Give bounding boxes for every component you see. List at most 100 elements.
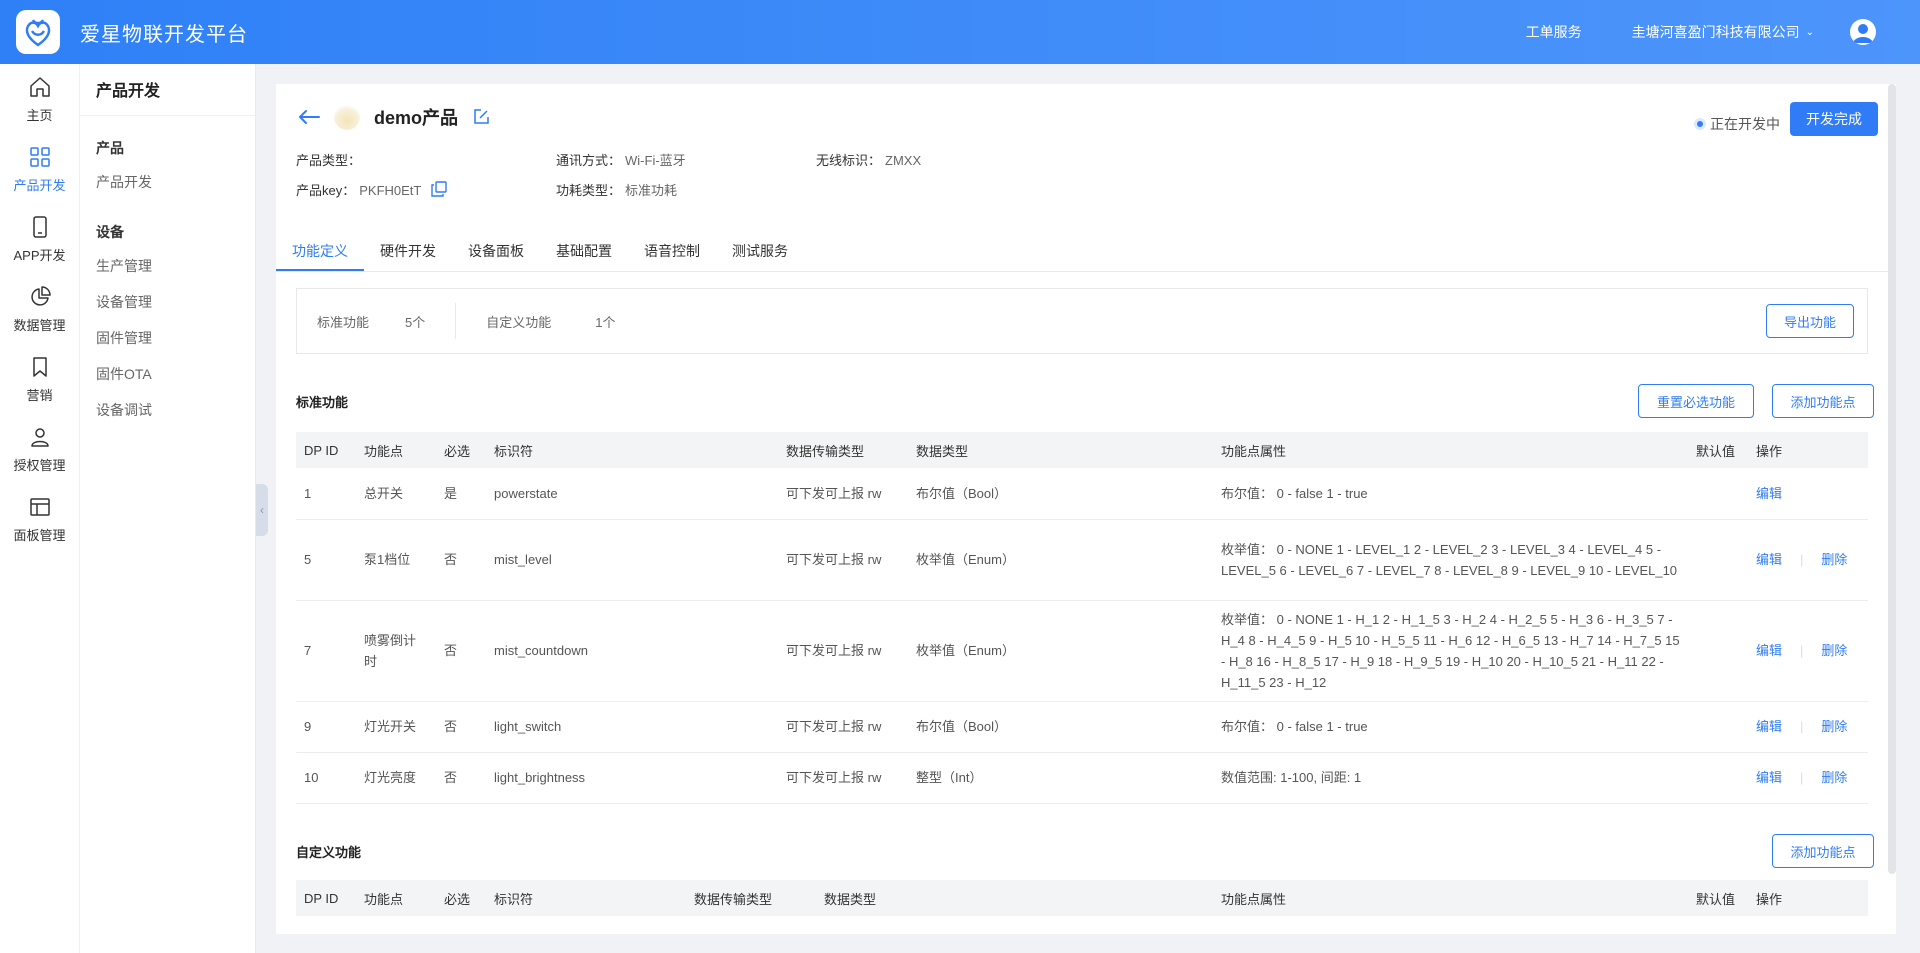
edit-icon[interactable]	[472, 108, 490, 126]
add-custom-function-button[interactable]: 添加功能点	[1772, 834, 1874, 868]
col-header: 功能点	[356, 880, 436, 916]
cell-required: 否	[436, 701, 486, 753]
subnav-item-device-mgmt[interactable]: 设备管理	[80, 284, 255, 320]
subnav-item-production[interactable]: 生产管理	[80, 248, 255, 284]
status-text: 正在开发中	[1710, 116, 1780, 132]
cell-dtype: 枚举值（Enum）	[908, 519, 1213, 601]
cell-transfer: 可下发可上报 rw	[778, 701, 908, 753]
back-button[interactable]	[296, 104, 322, 130]
col-header: 必选	[436, 880, 486, 916]
cell-identifier: mist_countdown	[486, 600, 778, 702]
col-header: 功能点	[356, 432, 436, 468]
col-header: 标识符	[486, 432, 778, 468]
status-dot-icon	[1694, 118, 1706, 130]
cell-actions: 编辑 | 删除	[1748, 600, 1868, 702]
cell-attr: 数值范围: 1-100, 间距: 1	[1213, 752, 1688, 804]
cell-default	[1688, 701, 1748, 753]
table-row: 7 喷雾倒计时 否 mist_countdown 可下发可上报 rw 枚举值（E…	[296, 600, 1868, 702]
app-logo[interactable]	[16, 10, 60, 54]
cell-dp-id: 9	[296, 701, 356, 753]
meta-label: 通讯方式：	[556, 153, 622, 168]
tab-hardware-dev[interactable]: 硬件开发	[364, 234, 452, 271]
rail-item-marketing[interactable]: 营销	[0, 344, 79, 414]
meta-label: 产品key：	[296, 183, 356, 198]
collapse-sidebar-handle[interactable]: ‹	[256, 484, 268, 536]
cell-attr: 枚举值： 0 - NONE 1 - LEVEL_1 2 - LEVEL_2 3 …	[1213, 519, 1688, 601]
action-divider: |	[1800, 552, 1804, 567]
main-nav-rail: 主页 产品开发 APP开发 数据管理 营销 授权管理 面板管理	[0, 64, 80, 953]
cell-name: 总开关	[356, 468, 436, 520]
top-bar: 爱星物联开发平台 工单服务 圭塘河喜盈门科技有限公司 ⌄	[0, 0, 1920, 64]
meta-label: 功耗类型：	[556, 183, 622, 198]
rail-item-data[interactable]: 数据管理	[0, 274, 79, 344]
delete-link[interactable]: 删除	[1821, 552, 1847, 567]
table-row: 10 灯光亮度 否 light_brightness 可下发可上报 rw 整型（…	[296, 752, 1868, 804]
edit-link[interactable]: 编辑	[1756, 486, 1782, 501]
copy-icon[interactable]	[431, 181, 447, 197]
app-title: 爱星物联开发平台	[80, 23, 248, 46]
subnav-item-product-dev[interactable]: 产品开发	[80, 164, 255, 200]
delete-link[interactable]: 删除	[1821, 719, 1847, 734]
edit-link[interactable]: 编辑	[1756, 552, 1782, 567]
cell-dp-id: 5	[296, 519, 356, 601]
cell-transfer: 可下发可上报 rw	[778, 600, 908, 702]
tab-function-def[interactable]: 功能定义	[276, 234, 364, 271]
subnav-group-product: 产品	[96, 140, 124, 156]
cell-attr: 枚举值： 0 - NONE 1 - H_1 2 - H_1_5 3 - H_2 …	[1213, 600, 1688, 702]
user-icon	[30, 427, 49, 447]
subnav-item-device-debug[interactable]: 设备调试	[80, 392, 255, 428]
rail-item-product-dev[interactable]: 产品开发	[0, 134, 79, 204]
phone-icon	[32, 215, 47, 238]
cell-dtype: 布尔值（Bool）	[908, 701, 1213, 753]
cell-actions: 编辑	[1748, 468, 1868, 520]
reset-required-button[interactable]: 重置必选功能	[1638, 384, 1754, 418]
meta-value: Wi-Fi-蓝牙	[625, 153, 686, 168]
subnav-item-firmware-ota[interactable]: 固件OTA	[80, 356, 255, 392]
cell-required: 是	[436, 468, 486, 520]
summary-label: 标准功能	[317, 314, 370, 330]
work-order-link[interactable]: 工单服务	[1526, 22, 1582, 42]
cell-default	[1688, 752, 1748, 804]
rail-item-panel[interactable]: 面板管理	[0, 484, 79, 554]
export-functions-button[interactable]: 导出功能	[1766, 304, 1854, 338]
finish-dev-button[interactable]: 开发完成	[1790, 102, 1878, 136]
rail-item-home[interactable]: 主页	[0, 64, 79, 134]
edit-link[interactable]: 编辑	[1756, 719, 1782, 734]
col-header: 数据传输类型	[778, 432, 908, 468]
cell-dp-id: 7	[296, 600, 356, 702]
meta-comm: 通讯方式： Wi-Fi-蓝牙	[556, 150, 686, 169]
tab-basic-config[interactable]: 基础配置	[540, 234, 628, 271]
meta-product-key: 产品key： PKFH0EtT	[296, 180, 447, 199]
rail-item-auth[interactable]: 授权管理	[0, 414, 79, 484]
add-function-button[interactable]: 添加功能点	[1772, 384, 1874, 418]
cell-dp-id: 10	[296, 752, 356, 804]
action-divider: |	[1800, 643, 1804, 658]
edit-link[interactable]: 编辑	[1756, 770, 1782, 785]
summary-count: 1个	[595, 314, 616, 330]
cell-name: 喷雾倒计时	[356, 600, 436, 702]
col-header: DP ID	[296, 432, 356, 468]
company-switcher[interactable]: 圭塘河喜盈门科技有限公司 ⌄	[1632, 22, 1814, 42]
rail-item-label: 面板管理	[13, 527, 66, 543]
rail-item-app-dev[interactable]: APP开发	[0, 204, 79, 274]
table-header-row: DP ID 功能点 必选 标识符 数据传输类型 数据类型 功能点属性 默认值 操…	[296, 432, 1868, 468]
panel-icon	[29, 497, 50, 516]
delete-link[interactable]: 删除	[1821, 643, 1847, 658]
cell-dp-id: 1	[296, 468, 356, 520]
cell-dtype: 布尔值（Bool）	[908, 468, 1213, 520]
col-header: 默认值	[1688, 880, 1748, 916]
cell-identifier: light_brightness	[486, 752, 778, 804]
action-divider: |	[1800, 719, 1804, 734]
edit-link[interactable]: 编辑	[1756, 643, 1782, 658]
vertical-scrollbar[interactable]	[1888, 84, 1896, 874]
pie-chart-icon	[30, 285, 51, 306]
meta-power: 功耗类型： 标准功耗	[556, 180, 677, 199]
tab-device-panel[interactable]: 设备面板	[452, 234, 540, 271]
avatar[interactable]	[1850, 19, 1876, 45]
tab-test-service[interactable]: 测试服务	[716, 234, 804, 271]
delete-link[interactable]: 删除	[1821, 770, 1847, 785]
subnav-item-firmware[interactable]: 固件管理	[80, 320, 255, 356]
meta-value: 标准功耗	[625, 183, 678, 198]
tab-voice-control[interactable]: 语音控制	[628, 234, 716, 271]
cell-transfer: 可下发可上报 rw	[778, 519, 908, 601]
